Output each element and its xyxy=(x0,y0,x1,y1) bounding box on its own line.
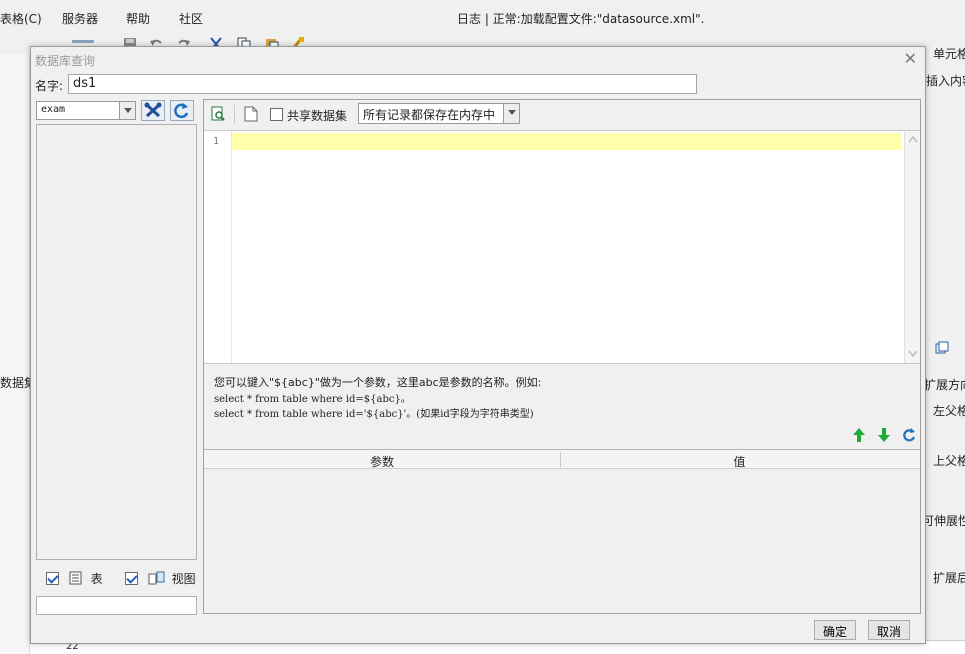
memory-mode-select[interactable]: 所有记录都保存在内存中 xyxy=(358,103,520,124)
tree-search-input[interactable] xyxy=(36,596,197,615)
toolbar-divider xyxy=(234,105,235,123)
chevron-down-icon[interactable] xyxy=(503,104,519,123)
after-expand-label: 扩展后 xyxy=(933,571,965,585)
query-toolbar: 共享数据集 所有记录都保存在内存中 xyxy=(204,100,920,128)
dialog-title: 数据库查询 xyxy=(35,54,96,68)
line-number: 1 xyxy=(213,136,220,147)
ok-button[interactable]: 确定 xyxy=(814,620,857,640)
share-dataset-checkbox[interactable] xyxy=(270,108,283,121)
params-table-header: 参数 值 xyxy=(204,449,920,469)
table-icon xyxy=(69,571,82,585)
share-dataset-label: 共享数据集 xyxy=(287,109,348,123)
view-checkbox-label: 视图 xyxy=(171,572,196,586)
table-checkbox-label: 表 xyxy=(90,572,103,586)
memory-mode-value: 所有记录都保存在内存中 xyxy=(363,108,496,122)
menu-bar: 表格(C) 服务器 帮助 社区 日志 | 正常:加载配置文件:"datasour… xyxy=(0,0,965,34)
sheet-row-header-area xyxy=(0,54,30,654)
scroll-down-icon[interactable] xyxy=(908,349,918,357)
current-line-highlight xyxy=(232,133,902,150)
database-query-dialog: 数据库查询 ✕ 名字: ds1 exam 表 视图 共享数据集 所有记录都保存在… xyxy=(30,46,926,644)
table-checkbox[interactable] xyxy=(46,572,59,585)
scroll-up-icon[interactable] xyxy=(908,135,918,143)
extensibility-label: 可伸展性 xyxy=(922,514,965,528)
line-number-gutter: 1 xyxy=(204,131,232,363)
status-log-text: 日志 | 正常:加载配置文件:"datasource.xml". xyxy=(457,12,705,26)
connection-settings-button[interactable] xyxy=(141,100,165,121)
sql-editor[interactable]: 1 xyxy=(204,130,920,364)
expand-direction-label: 扩展方向 xyxy=(924,378,965,392)
value-column-header: 值 xyxy=(733,455,746,469)
close-icon[interactable]: ✕ xyxy=(904,49,917,68)
menu-community[interactable]: 社区 xyxy=(179,10,203,27)
menu-server[interactable]: 服务器 xyxy=(62,10,98,27)
view-icon xyxy=(148,571,165,585)
tools-icon xyxy=(144,102,162,118)
editor-vertical-scrollbar[interactable] xyxy=(904,131,920,363)
table-filter-checkbox-row[interactable]: 表 xyxy=(46,570,103,587)
separator-icon xyxy=(72,40,94,43)
name-input[interactable]: ds1 xyxy=(68,74,697,94)
hint-line-3: select * from table where id='${abc}'。(如… xyxy=(214,409,534,420)
param-column-header: 参数 xyxy=(369,455,394,469)
menu-table[interactable]: 表格(C) xyxy=(0,10,42,27)
move-down-icon[interactable] xyxy=(876,427,892,443)
hint-line-1: 您可以键入"${abc}"做为一个参数，这里abc是参数的名称。例如: xyxy=(214,376,542,389)
cell-attr-icon[interactable] xyxy=(935,341,949,355)
connection-select[interactable]: exam xyxy=(36,101,136,120)
preview-icon[interactable] xyxy=(210,106,226,122)
hint-line-2: select * from table where id=${abc}。 xyxy=(214,394,411,405)
refresh-connection-button[interactable] xyxy=(170,100,194,121)
left-parent-label: 左父格 xyxy=(933,404,965,418)
name-label: 名字: xyxy=(35,79,64,93)
connection-value: exam xyxy=(41,104,66,115)
params-table-body[interactable] xyxy=(204,471,920,612)
cell-label: 单元格 xyxy=(933,47,965,61)
menu-help[interactable]: 帮助 xyxy=(126,10,150,27)
refresh-params-icon[interactable] xyxy=(901,427,917,443)
table-tree[interactable] xyxy=(36,124,197,560)
top-parent-label: 上父格 xyxy=(933,454,965,468)
insert-content-label: 插入内容 xyxy=(926,74,965,88)
view-checkbox[interactable] xyxy=(125,572,138,585)
move-up-icon[interactable] xyxy=(851,427,867,443)
blank-document-icon[interactable] xyxy=(244,106,258,122)
view-filter-checkbox-row[interactable]: 视图 xyxy=(125,570,196,587)
left-panel: exam 表 视图 xyxy=(36,100,198,615)
cancel-button[interactable]: 取消 xyxy=(868,620,911,640)
query-panel: 共享数据集 所有记录都保存在内存中 1 您可以键入"${abc}"做为一个参数，… xyxy=(203,99,921,614)
refresh-icon xyxy=(174,103,189,119)
chevron-down-icon[interactable] xyxy=(119,102,135,119)
